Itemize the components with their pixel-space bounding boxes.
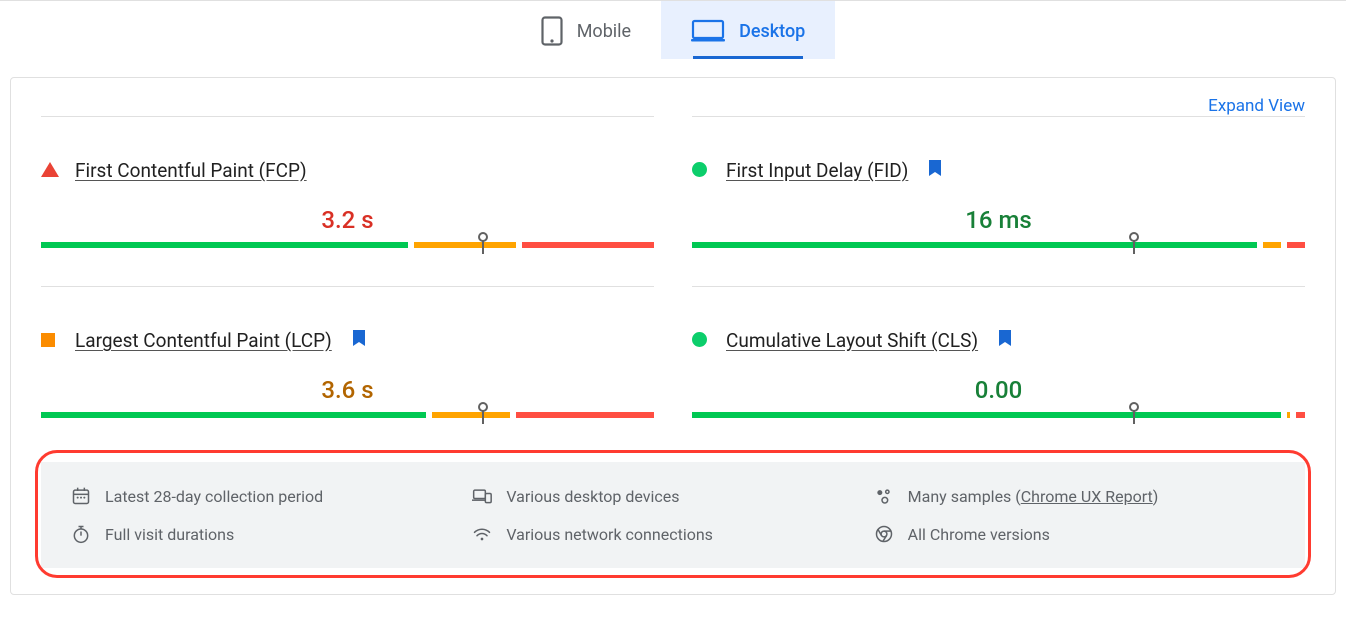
tab-desktop-label: Desktop bbox=[739, 21, 805, 42]
expand-view-link[interactable]: Expand View bbox=[1208, 96, 1305, 116]
metric-cls-bar bbox=[692, 410, 1305, 420]
bookmark-icon bbox=[928, 159, 942, 182]
footnote-network: Various network connections bbox=[472, 524, 873, 544]
footnote-versions-text: All Chrome versions bbox=[908, 525, 1050, 544]
stopwatch-icon bbox=[71, 524, 91, 544]
tab-mobile[interactable]: Mobile bbox=[511, 1, 661, 59]
footnote-devices: Various desktop devices bbox=[472, 486, 873, 506]
metric-fcp-value: 3.2 s bbox=[41, 206, 654, 234]
metric-fid-bar bbox=[692, 240, 1305, 250]
metric-fid-value: 16 ms bbox=[692, 206, 1305, 234]
marker-icon bbox=[482, 232, 484, 254]
footnote-durations: Full visit durations bbox=[71, 524, 472, 544]
metrics-card: Expand View First Contentful Paint (FCP)… bbox=[10, 77, 1336, 595]
footnote-network-text: Various network connections bbox=[506, 525, 713, 544]
metric-cls-value: 0.00 bbox=[692, 376, 1305, 404]
footnote-versions: All Chrome versions bbox=[874, 524, 1275, 544]
mobile-icon bbox=[541, 16, 563, 46]
device-tabs: Mobile Desktop bbox=[0, 1, 1346, 59]
marker-icon bbox=[482, 402, 484, 424]
metrics-grid: First Contentful Paint (FCP) 3.2 s First… bbox=[41, 116, 1305, 456]
desktop-icon bbox=[691, 19, 725, 43]
footnotes-section: Latest 28-day collection period Various … bbox=[41, 462, 1305, 568]
network-icon bbox=[472, 524, 492, 544]
square-ni-icon bbox=[41, 332, 59, 350]
metric-fcp-bar bbox=[41, 240, 654, 250]
triangle-poor-icon bbox=[41, 162, 59, 180]
tab-desktop[interactable]: Desktop bbox=[661, 1, 835, 59]
footnote-period-text: Latest 28-day collection period bbox=[105, 487, 323, 506]
metric-lcp-bar bbox=[41, 410, 654, 420]
metric-fid-title[interactable]: First Input Delay (FID) bbox=[726, 159, 908, 182]
metric-lcp-value: 3.6 s bbox=[41, 376, 654, 404]
chrome-icon bbox=[874, 524, 894, 544]
tab-mobile-label: Mobile bbox=[577, 21, 631, 42]
footnote-samples-text: Many samples (Chrome UX Report) bbox=[908, 487, 1159, 506]
bookmark-icon bbox=[352, 329, 366, 352]
metric-fid: First Input Delay (FID) 16 ms bbox=[692, 116, 1305, 286]
metric-lcp-title[interactable]: Largest Contentful Paint (LCP) bbox=[75, 329, 332, 352]
footnote-durations-text: Full visit durations bbox=[105, 525, 234, 544]
devices-icon bbox=[472, 486, 492, 506]
footnote-devices-text: Various desktop devices bbox=[506, 487, 679, 506]
footnotes-grid: Latest 28-day collection period Various … bbox=[41, 462, 1305, 568]
footnote-samples: Many samples (Chrome UX Report) bbox=[874, 486, 1275, 506]
expand-row: Expand View bbox=[41, 78, 1305, 116]
footnote-period: Latest 28-day collection period bbox=[71, 486, 472, 506]
samples-icon bbox=[874, 486, 894, 506]
metric-lcp: Largest Contentful Paint (LCP) 3.6 s bbox=[41, 286, 654, 456]
marker-icon bbox=[1133, 232, 1135, 254]
circle-good-icon bbox=[692, 332, 710, 350]
metric-cls-title[interactable]: Cumulative Layout Shift (CLS) bbox=[726, 329, 978, 352]
circle-good-icon bbox=[692, 162, 710, 180]
metric-fcp-title[interactable]: First Contentful Paint (FCP) bbox=[75, 159, 307, 182]
marker-icon bbox=[1133, 402, 1135, 424]
chrome-ux-report-link[interactable]: Chrome UX Report bbox=[1021, 487, 1153, 506]
metric-fcp: First Contentful Paint (FCP) 3.2 s bbox=[41, 116, 654, 286]
bookmark-icon bbox=[998, 329, 1012, 352]
metric-cls: Cumulative Layout Shift (CLS) 0.00 bbox=[692, 286, 1305, 456]
calendar-icon bbox=[71, 486, 91, 506]
